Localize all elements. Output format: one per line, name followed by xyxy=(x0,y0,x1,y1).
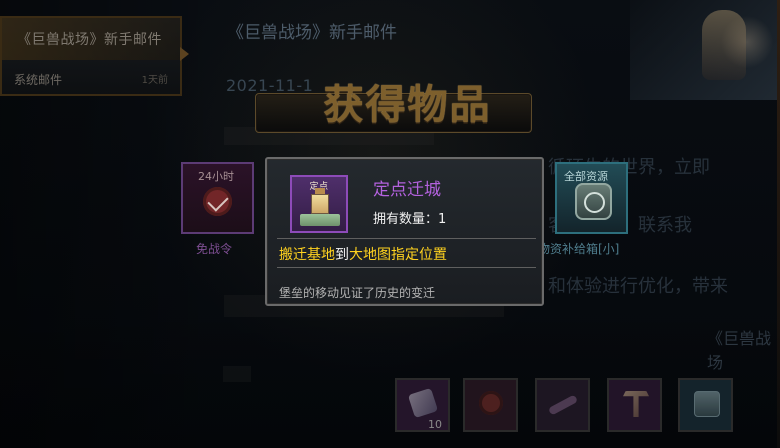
reward-card-right[interactable]: 全部资源 xyxy=(555,162,628,234)
attachment-slot[interactable] xyxy=(607,378,662,432)
mail-title: 《巨兽战场》新手邮件 xyxy=(227,23,397,43)
attachment-slot[interactable] xyxy=(678,378,733,432)
mail-list-panel: 《巨兽战场》新手邮件 系统邮件 1天前 xyxy=(0,16,182,96)
item-icon-frame: 定点 xyxy=(290,175,348,233)
reward-header-title: 获得物品 xyxy=(323,82,492,128)
attachment-row: 10 xyxy=(395,378,735,432)
attachment-icon xyxy=(407,387,439,419)
attachment-icon xyxy=(694,391,720,417)
attachment-slot[interactable] xyxy=(535,378,590,432)
item-tooltip: 定点 定点迁城 拥有数量：1 搬迁基地到大地图指定位置 堡垒的移动见证了历史的变… xyxy=(265,157,544,306)
reward-label-left: 免战令 xyxy=(196,242,233,256)
item-description: 搬迁基地到大地图指定位置 xyxy=(279,244,447,264)
item-description-part: 搬迁基地 xyxy=(279,247,335,263)
attachment-count: 10 xyxy=(428,418,442,431)
item-description-part: 大地图指定位置 xyxy=(349,247,447,263)
mail-signature: 《巨兽战场 xyxy=(707,329,772,372)
attachment-slot[interactable] xyxy=(463,378,518,432)
attachment-icon xyxy=(623,391,649,417)
supply-box-icon xyxy=(575,183,612,220)
item-owned-count: 拥有数量：1 xyxy=(373,212,447,227)
attachment-icon xyxy=(547,394,579,416)
attachment-icon xyxy=(479,391,503,415)
tooltip-divider xyxy=(277,267,536,268)
relocation-icon xyxy=(311,188,329,214)
character-portrait xyxy=(630,0,780,100)
mail-text-line xyxy=(223,366,251,382)
reward-card-left[interactable]: 24小时 xyxy=(181,162,254,234)
system-mail-title: 系统邮件 xyxy=(14,73,63,87)
mail-body-text: 和体验进行优化，带来 xyxy=(548,276,728,297)
game-screen: 《巨兽战场》新手邮件 系统邮件 1天前 《巨兽战场》新手邮件 2021-11-1… xyxy=(0,0,780,448)
item-name: 定点迁城 xyxy=(373,180,441,200)
resource-badge: 全部资源 xyxy=(564,170,608,183)
duration-badge: 24小时 xyxy=(198,170,234,183)
tooltip-divider xyxy=(277,238,536,239)
attachment-slot[interactable]: 10 xyxy=(395,378,450,432)
relocation-base-icon xyxy=(300,214,340,226)
system-mail-time: 1天前 xyxy=(141,75,168,86)
item-flavor-text: 堡垒的移动见证了历史的变迁 xyxy=(279,286,436,300)
item-description-part: 到 xyxy=(335,247,349,263)
reward-label-right: 物资补给箱[小] xyxy=(538,242,620,256)
selected-arrow-icon xyxy=(180,47,189,61)
shield-icon xyxy=(203,187,232,216)
selected-mail-title: 《巨兽战场》新手邮件 xyxy=(17,32,162,48)
